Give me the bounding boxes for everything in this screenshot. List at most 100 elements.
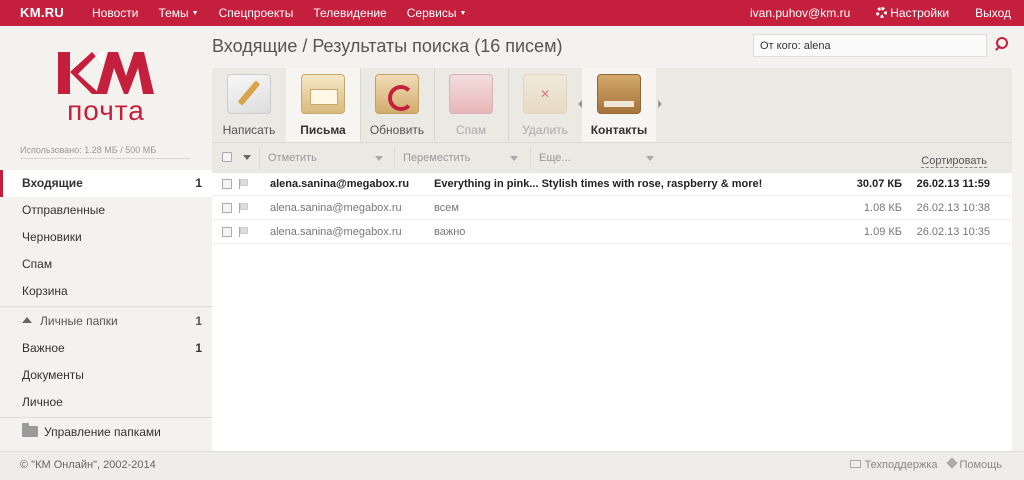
select-menu-icon[interactable] [243,155,251,160]
mail-checkbox[interactable] [222,227,232,237]
folder-inbox[interactable]: Входящие 1 [0,170,212,197]
settings-label: Настройки [890,6,950,20]
mail-list: alena.sanina@megabox.ru Everything in pi… [212,173,1012,451]
logout-link[interactable]: Выход [962,0,1024,26]
folder-label: Отправленные [22,203,106,217]
mail-size: 1.08 КБ [863,202,902,214]
search-input[interactable] [753,34,987,57]
folder-important[interactable]: Важное 1 [0,335,212,362]
folder-personal[interactable]: Личное [0,389,212,416]
letters-button[interactable]: Письма [286,68,360,142]
list-header: Отметить Переместить Еще... Сортировать [212,142,1012,173]
flag-icon[interactable] [239,179,248,189]
nav-label: Новости [92,6,139,20]
compose-label: Написать [222,123,276,137]
chevron-down-icon [646,156,654,161]
footer: © "КМ Онлайн", 2002-2014 Техподдержка По… [0,451,1024,480]
help-icon [945,457,958,469]
mail-date: 26.02.13 10:35 [916,226,990,238]
folder-sent[interactable]: Отправленные [0,197,212,224]
flag-icon[interactable] [239,227,248,237]
select-all-checkbox[interactable] [222,152,232,162]
mail-checkbox[interactable] [222,179,232,189]
top-nav: Новости Темы ▼ Спецпроекты Телевидение Се… [82,0,476,26]
section-label: Личные папки [40,314,118,328]
folder-spam[interactable]: Спам [0,251,212,278]
folder-drafts[interactable]: Черновики [0,224,212,251]
folder-trash[interactable]: Корзина [0,278,212,305]
mail-checkbox[interactable] [222,203,232,213]
mail-row[interactable]: alena.sanina@megabox.ru важно 1.09 КБ 26… [212,221,1012,244]
flag-icon[interactable] [239,203,248,213]
nav-label: Телевидение [313,6,387,20]
manage-folders-link[interactable]: Управление папками [0,419,212,446]
divider [0,417,212,418]
folder-icon [22,423,38,437]
refresh-icon [375,74,419,114]
nav-item-themes[interactable]: Темы ▼ [148,0,208,26]
mail-row[interactable]: alena.sanina@megabox.ru Everything in pi… [212,173,1012,196]
nav-item-news[interactable]: Новости [82,0,148,26]
unread-count: 1 [195,341,202,355]
nav-item-services[interactable]: Сервисы ▼ [397,0,477,26]
sort-link[interactable]: Сортировать [921,155,987,168]
mail-from: alena.sanina@megabox.ru [270,202,402,214]
settings-link[interactable]: Настройки [863,0,962,26]
help-link[interactable]: Помощь [945,457,1003,471]
nav-item-special-projects[interactable]: Спецпроекты [209,0,304,26]
copyright: © "КМ Онлайн", 2002-2014 [20,459,156,471]
nav-label: Сервисы [406,6,457,20]
folder-label: Корзина [22,284,68,298]
mark-dropdown[interactable]: Отметить [259,147,389,169]
site-logo[interactable]: KM.RU [20,5,64,20]
delete-icon [523,74,567,114]
delete-button[interactable]: Удалить [508,68,582,142]
sidebar: почта Использовано: 1.28 МБ / 500 МБ Вхо… [0,26,212,451]
top-user-menu: ivan.puhov@km.ru Настройки Выход [737,0,1024,26]
dropdown-label: Еще... [539,152,571,164]
main-content: Входящие / Результаты поиска (16 писем) … [212,26,1012,451]
mail-date: 26.02.13 10:38 [916,202,990,214]
nav-item-tv[interactable]: Телевидение [303,0,396,26]
mail-date: 26.02.13 11:59 [916,178,990,190]
mail-row[interactable]: alena.sanina@megabox.ru всем 1.08 КБ 26.… [212,197,1012,220]
contacts-label: Контакты [590,123,648,137]
km-mail-logo[interactable]: почта [56,50,156,126]
folder-label: Документы [22,368,84,382]
gear-icon [876,7,888,18]
mail-toolbar: Написать Письма Обновить Спам Удалить Ко… [212,68,1012,142]
personal-folders-toggle[interactable]: Личные папки 1 [0,308,212,335]
mail-subject: Everything in pink... Stylish times with… [434,178,763,190]
unread-count: 1 [195,314,202,328]
more-dropdown[interactable]: Еще... [530,147,660,169]
mail-subject: всем [434,202,459,214]
support-link[interactable]: Техподдержка [849,459,938,471]
footer-links: Техподдержка Помощь [840,457,1003,471]
collapse-icon [22,317,32,323]
spam-button[interactable]: Спам [434,68,508,142]
chevron-down-icon [375,156,383,161]
folder-list: Входящие 1 Отправленные Черновики Спам К… [0,170,212,446]
folder-documents[interactable]: Документы [0,362,212,389]
user-email-link[interactable]: ivan.puhov@km.ru [737,0,863,26]
folder-label: Входящие [22,176,83,190]
mail-size: 1.09 КБ [863,226,902,238]
address-book-icon [597,74,641,114]
search-icon[interactable] [995,37,1009,51]
chevron-down-icon [510,156,518,161]
nav-label: Спецпроекты [218,6,294,20]
support-label: Техподдержка [864,459,938,471]
brand-subtitle: почта [67,95,145,126]
contacts-button[interactable]: Контакты [582,68,656,142]
divider [0,306,212,307]
folder-label: Важное [22,341,65,355]
folder-label: Личное [22,395,63,409]
refresh-button[interactable]: Обновить [360,68,434,142]
envelope-icon [301,74,345,114]
dropdown-label: Отметить [268,152,317,164]
compose-icon [227,74,271,114]
help-label: Помощь [959,459,1003,471]
caret-down-icon: ▼ [191,10,199,17]
move-dropdown[interactable]: Переместить [394,147,524,169]
compose-button[interactable]: Написать [212,68,286,142]
